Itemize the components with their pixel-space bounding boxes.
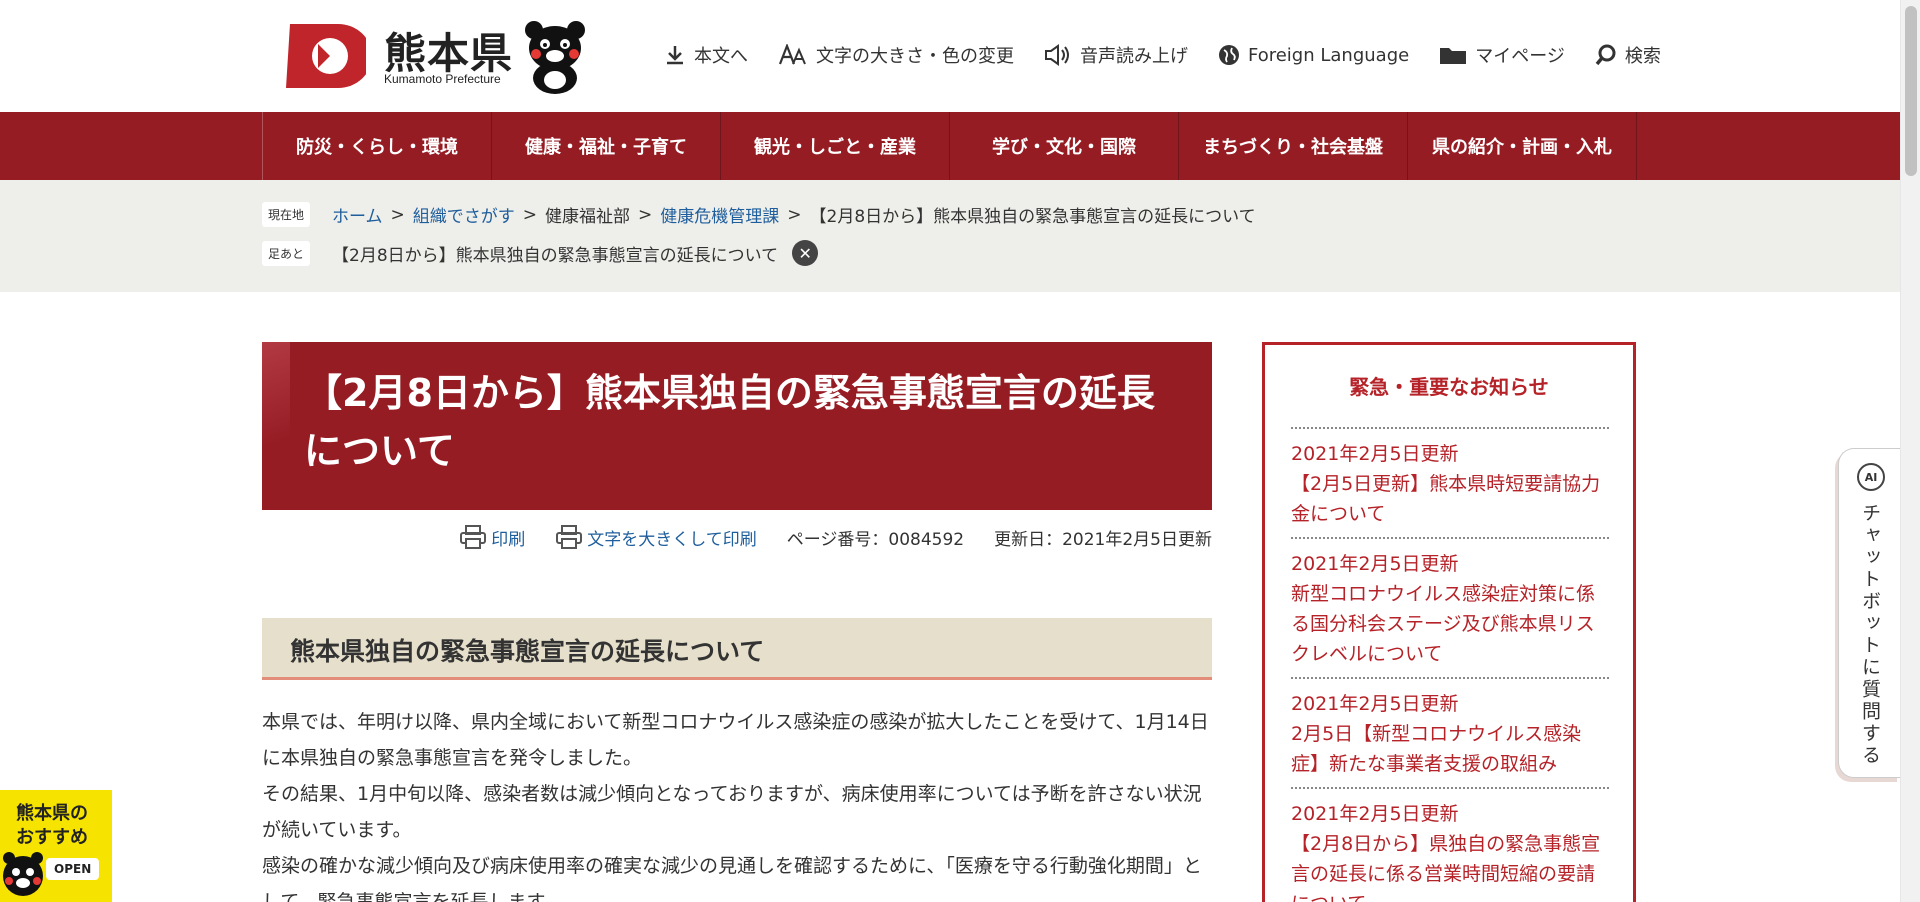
site-name-roman: Kumamoto Prefecture (384, 72, 501, 86)
breadcrumb-separator: > (522, 204, 538, 225)
updated-date: 更新日：2021年2月5日更新 (994, 529, 1212, 550)
current-location-tag: 現在地 (262, 202, 311, 227)
article-body: 本県では、年明け以降、県内全域において新型コロナウイルス感染症の感染が拡大したこ… (262, 704, 1212, 902)
globe-icon (1219, 45, 1239, 65)
breadcrumb-department: 健康福祉部 (545, 207, 631, 227)
breadcrumb-current-page: 【2月8日から】熊本県独自の緊急事態宣言の延長について (809, 207, 1256, 227)
notice-item[interactable]: 2021年2月5日更新 【2月8日から】県独自の緊急事態宣言の延長に係る営業時間… (1291, 787, 1609, 902)
speaker-icon (1045, 44, 1069, 66)
notice-title: 2月5日【新型コロナウイルス感染症】新たな事業者支援の取組み (1291, 723, 1582, 775)
breadcrumb-separator: > (390, 204, 405, 225)
page-meta: 印刷 文字を大きくして印刷 ページ番号：0084592 更新日：2021年2月5… (262, 524, 1212, 550)
utility-menu: 本文へ 文字の大きさ・色の変更 音声読み上げ Foreign Language … (664, 42, 1661, 68)
notice-item[interactable]: 2021年2月5日更新 新型コロナウイルス感染症対策に係る国分科会ステージ及び熊… (1291, 537, 1609, 677)
nav-item-town-infrastructure[interactable]: まちづくり・社会基盤 (1179, 112, 1408, 180)
search-link[interactable]: 検索 (1595, 42, 1661, 68)
title-accent-stripe (262, 342, 290, 510)
chatbot-tab[interactable]: AI チャットボットに質問する (1838, 448, 1900, 778)
print-link[interactable]: 印刷 (459, 524, 525, 550)
search-label: 検索 (1624, 46, 1661, 67)
print-label: 印刷 (491, 529, 526, 550)
prefecture-emblem-icon (286, 24, 366, 88)
global-navigation: 防災・くらし・環境 健康・福祉・子育て 観光・しごと・産業 学び・文化・国際 ま… (0, 112, 1900, 180)
printer-icon (460, 525, 487, 549)
important-notices-box: 緊急・重要なお知らせ 2021年2月5日更新 【2月5日更新】熊本県時短要請協力… (1262, 342, 1636, 902)
notice-date: 2021年2月5日更新 (1291, 693, 1459, 715)
text-to-speech-link[interactable]: 音声読み上げ (1044, 42, 1188, 68)
text-to-speech-label: 音声読み上げ (1080, 46, 1188, 67)
search-icon (1595, 44, 1616, 66)
notice-title: 【2月5日更新】熊本県時短要請協力金について (1291, 473, 1601, 525)
nav-item-disaster-life-environment[interactable]: 防災・くらし・環境 (263, 112, 492, 180)
notice-date: 2021年2月5日更新 (1291, 553, 1459, 575)
important-notices-heading: 緊急・重要なお知らせ (1349, 375, 1549, 399)
font-size-icon (778, 44, 806, 65)
page-title-box: 【2月8日から】熊本県独自の緊急事態宣言の延長について (262, 342, 1212, 510)
nav-item-health-welfare-childcare[interactable]: 健康・福祉・子育て (492, 112, 721, 180)
breadcrumb-link-organization[interactable]: 組織でさがす (413, 202, 515, 227)
nav-item-learning-culture-international[interactable]: 学び・文化・国際 (950, 112, 1179, 180)
notice-date: 2021年2月5日更新 (1291, 443, 1459, 465)
site-header: 熊本県 Kumamoto Prefecture 本文へ 文字の大きさ・色の変更 … (0, 0, 1900, 112)
foreign-language-link[interactable]: Foreign Language (1218, 44, 1409, 66)
body-paragraph: 感染の確かな減少傾向及び病床使用率の確実な減少の見通しを確認するために、「医療を… (262, 855, 1202, 902)
history-trail: 足あと 【2月8日から】熊本県独自の緊急事態宣言の延長について ✕ (262, 240, 819, 266)
section-heading-text: 熊本県独自の緊急事態宣言の延長について (290, 637, 765, 666)
nav-item-prefecture-plans-bids[interactable]: 県の紹介・計画・入札 (1408, 112, 1637, 180)
body-paragraph: その結果、1月中旬以降、感染者数は減少傾向となっておりますが、病床使用率について… (262, 783, 1202, 841)
download-icon (667, 46, 683, 65)
print-large-link[interactable]: 文字を大きくして印刷 (555, 524, 757, 550)
history-tag: 足あと (262, 240, 311, 266)
skip-to-content-label: 本文へ (694, 46, 748, 67)
foreign-language-label: Foreign Language (1248, 44, 1410, 66)
notice-item[interactable]: 2021年2月5日更新 【2月5日更新】熊本県時短要請協力金について (1291, 427, 1609, 537)
section-heading: 熊本県独自の緊急事態宣言の延長について (262, 618, 1212, 680)
font-size-color-label: 文字の大きさ・色の変更 (816, 46, 1014, 67)
page-number: ページ番号：0084592 (786, 529, 965, 550)
nav-item-tourism-jobs-industry[interactable]: 観光・しごと・産業 (721, 112, 950, 180)
recommend-label-line1: 熊本県の (16, 803, 88, 824)
breadcrumb-link-division[interactable]: 健康危機管理課 (660, 202, 779, 227)
kumamon-mascot-icon (3, 852, 43, 896)
page-title: 【2月8日から】熊本県独自の緊急事態宣言の延長について (304, 371, 1155, 473)
body-paragraph: 本県では、年明け以降、県内全域において新型コロナウイルス感染症の感染が拡大したこ… (262, 711, 1209, 769)
ai-chat-icon: AI (1857, 463, 1885, 491)
history-item[interactable]: 【2月8日から】熊本県独自の緊急事態宣言の延長について (332, 241, 778, 266)
kumamon-mascot-icon (525, 21, 585, 94)
breadcrumb: 現在地 ホーム > 組織でさがす > 健康福祉部 > 健康危機管理課 > 【2月… (262, 202, 1256, 227)
notice-title: 【2月8日から】県独自の緊急事態宣言の延長に係る営業時間短縮の要請について (1291, 833, 1601, 902)
printer-icon (556, 525, 583, 549)
chatbot-label: チャットボットに質問する (1859, 503, 1881, 767)
folder-icon (1440, 48, 1467, 64)
site-logo[interactable]: 熊本県 Kumamoto Prefecture (278, 18, 598, 98)
vertical-scrollbar[interactable] (1900, 0, 1920, 902)
open-button[interactable]: OPEN (46, 858, 100, 880)
recommend-label-line2: おすすめ (16, 827, 88, 848)
recommend-label: 熊本県の おすすめ (16, 802, 88, 850)
recommend-badge[interactable]: 熊本県の おすすめ OPEN (0, 790, 112, 902)
my-page-label: マイページ (1475, 46, 1565, 67)
my-page-link[interactable]: マイページ (1439, 42, 1565, 68)
scrollbar-thumb[interactable] (1905, 6, 1917, 176)
breadcrumb-link-home[interactable]: ホーム (332, 202, 383, 227)
notice-date: 2021年2月5日更新 (1291, 803, 1459, 825)
breadcrumb-area: 現在地 ホーム > 組織でさがす > 健康福祉部 > 健康危機管理課 > 【2月… (0, 180, 1900, 292)
breadcrumb-separator: > (787, 204, 802, 225)
skip-to-content-link[interactable]: 本文へ (664, 42, 748, 68)
close-icon[interactable]: ✕ (792, 240, 819, 266)
font-size-color-link[interactable]: 文字の大きさ・色の変更 (778, 42, 1014, 68)
notice-title: 新型コロナウイルス感染症対策に係る国分科会ステージ及び熊本県リスクレベルについて (1291, 583, 1596, 665)
print-large-label: 文字を大きくして印刷 (587, 529, 757, 550)
notice-item[interactable]: 2021年2月5日更新 2月5日【新型コロナウイルス感染症】新たな事業者支援の取… (1291, 677, 1609, 787)
breadcrumb-separator: > (638, 204, 653, 225)
